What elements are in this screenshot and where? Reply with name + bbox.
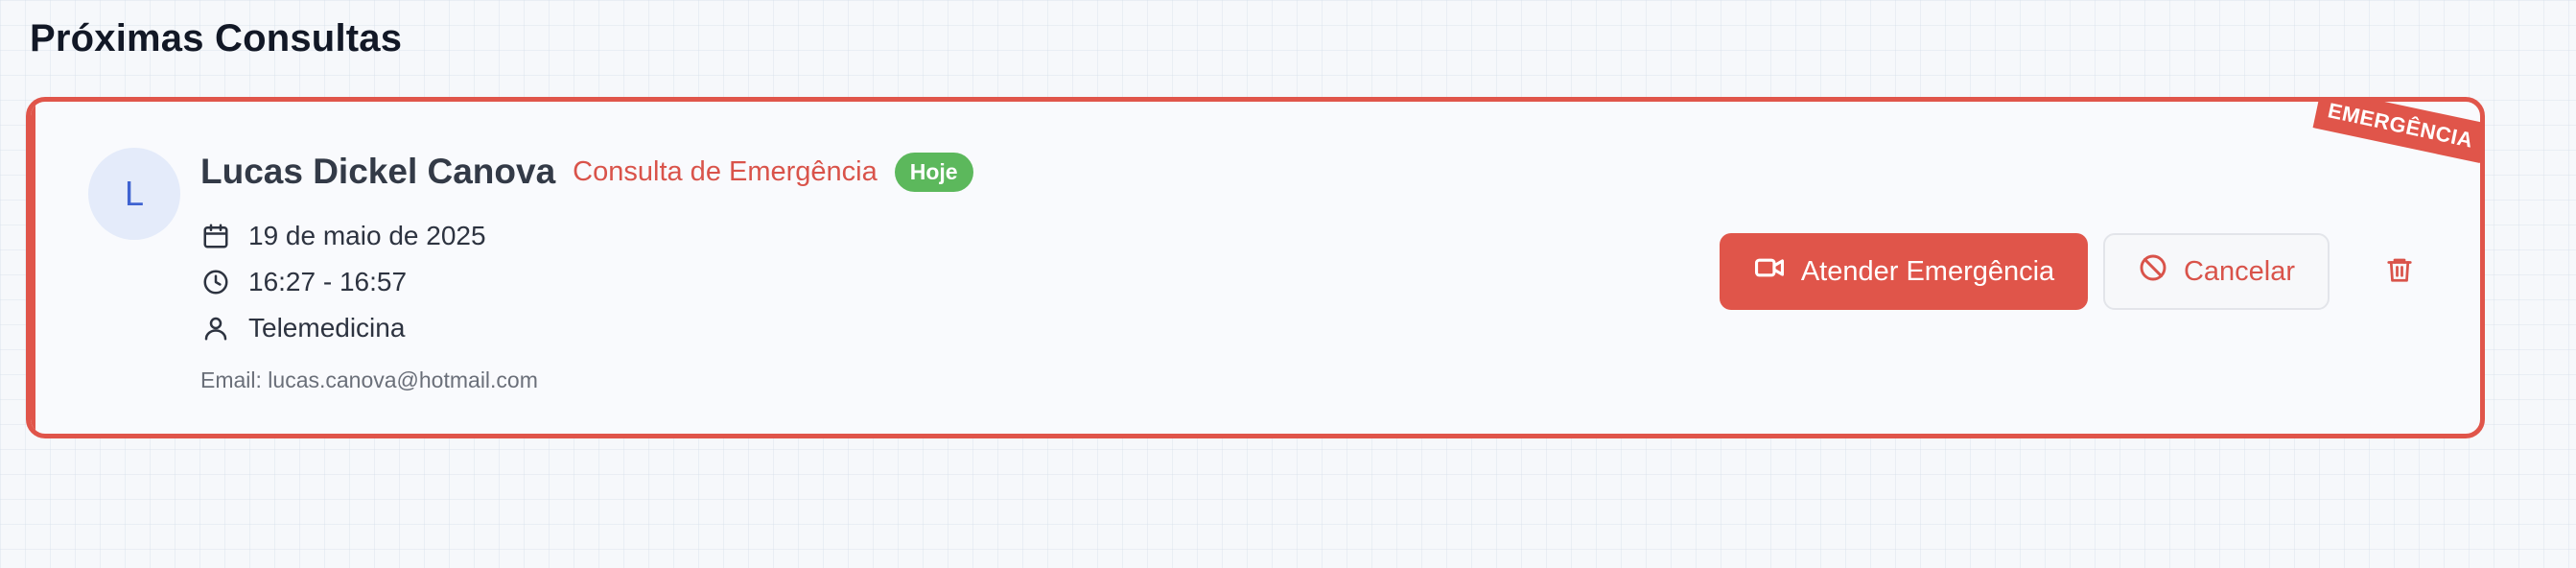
appointment-time: 16:27 - 16:57	[200, 267, 407, 297]
patient-name: Lucas Dickel Canova	[200, 152, 556, 191]
avatar: L	[88, 148, 180, 240]
calendar-icon	[200, 221, 231, 251]
video-camera-icon	[1753, 251, 1786, 292]
emergency-ribbon: EMERGÊNCIA	[2312, 102, 2480, 164]
appointment-card: EMERGÊNCIA L Lucas Dickel Canova Consult…	[26, 97, 2485, 438]
patient-header: Lucas Dickel Canova Consulta de Emergênc…	[200, 152, 973, 192]
date-text: 19 de maio de 2025	[248, 221, 486, 250]
section-title: Próximas Consultas	[30, 17, 403, 59]
time-text: 16:27 - 16:57	[248, 267, 408, 296]
ban-icon	[2138, 252, 2168, 291]
patient-email: Email: lucas.canova@hotmail.com	[200, 367, 538, 392]
attend-emergency-button[interactable]: Atender Emergência	[1720, 233, 2088, 310]
appointment-date: 19 de maio de 2025	[200, 221, 486, 251]
consult-type-label: Consulta de Emergência	[573, 155, 878, 187]
mode-text: Telemedicina	[248, 313, 406, 343]
appointment-mode: Telemedicina	[200, 313, 405, 343]
trash-icon	[2385, 254, 2414, 290]
emergency-accent-bar	[31, 102, 35, 434]
user-icon	[200, 313, 231, 343]
delete-button[interactable]	[2377, 248, 2423, 295]
cancel-button[interactable]: Cancelar	[2103, 233, 2330, 310]
today-badge: Hoje	[894, 152, 973, 192]
clock-icon	[200, 267, 231, 297]
attend-emergency-label: Atender Emergência	[1800, 255, 2055, 287]
cancel-label: Cancelar	[2183, 255, 2296, 287]
